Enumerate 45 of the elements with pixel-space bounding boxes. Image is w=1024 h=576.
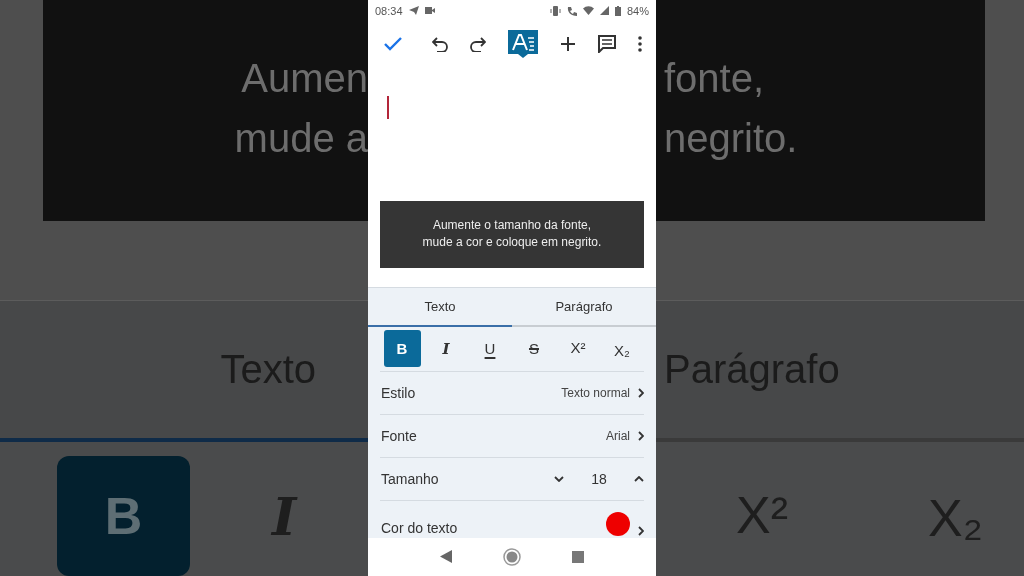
caption-text: negrito. xyxy=(663,115,798,162)
format-button[interactable]: B xyxy=(383,330,421,368)
status-time: 08:34 xyxy=(375,4,403,17)
chevron-down-icon[interactable] xyxy=(554,475,564,482)
battery-icon xyxy=(614,5,621,16)
caption-text: Aumen xyxy=(241,55,368,102)
setting-label: Cor do texto xyxy=(381,519,459,536)
setting-label: Estilo xyxy=(381,384,417,401)
undo-icon[interactable] xyxy=(432,36,448,53)
format-button[interactable]: X₂ xyxy=(603,330,641,368)
comment-icon[interactable] xyxy=(598,35,616,54)
setting-label: Tamanho xyxy=(381,470,440,487)
color-swatch[interactable] xyxy=(606,511,630,536)
call-icon xyxy=(566,5,577,16)
signal-icon xyxy=(599,6,609,16)
chevron-up-icon[interactable] xyxy=(634,475,644,482)
size-value: 18 xyxy=(590,470,608,487)
setting-label: Fonte xyxy=(381,427,418,444)
more-options-icon[interactable] xyxy=(638,36,642,53)
vibrate-icon xyxy=(549,5,561,16)
chevron-right-icon[interactable] xyxy=(638,525,644,536)
plus-icon[interactable] xyxy=(560,36,576,53)
recents-icon[interactable] xyxy=(572,550,585,563)
check-icon[interactable] xyxy=(384,37,402,52)
home-icon[interactable] xyxy=(503,547,521,566)
format-button[interactable]: S xyxy=(515,330,553,368)
wifi-icon xyxy=(582,6,594,16)
format-button[interactable]: U xyxy=(471,330,509,368)
text-format-icon[interactable] xyxy=(508,30,538,59)
setting-value[interactable]: Texto normal xyxy=(561,385,630,400)
caption-box: Aumente o tamanho da fonte, mude a cor e coloque em negrito. xyxy=(380,200,644,268)
format-button[interactable]: X² xyxy=(559,330,597,368)
setting-value[interactable]: Arial xyxy=(606,428,630,443)
send-icon xyxy=(408,6,419,16)
chevron-right-icon[interactable] xyxy=(638,387,644,398)
video-camera-icon xyxy=(424,7,435,15)
format-button[interactable]: I xyxy=(427,330,465,368)
caption-text: mude a xyxy=(234,115,368,162)
battery-percent: 84% xyxy=(626,4,649,17)
back-icon[interactable] xyxy=(439,550,452,564)
text-cursor xyxy=(387,95,389,119)
redo-icon[interactable] xyxy=(470,36,486,53)
caption-text: fonte, xyxy=(663,55,765,102)
chevron-right-icon[interactable] xyxy=(638,430,644,441)
tab[interactable]: Texto xyxy=(368,287,512,327)
